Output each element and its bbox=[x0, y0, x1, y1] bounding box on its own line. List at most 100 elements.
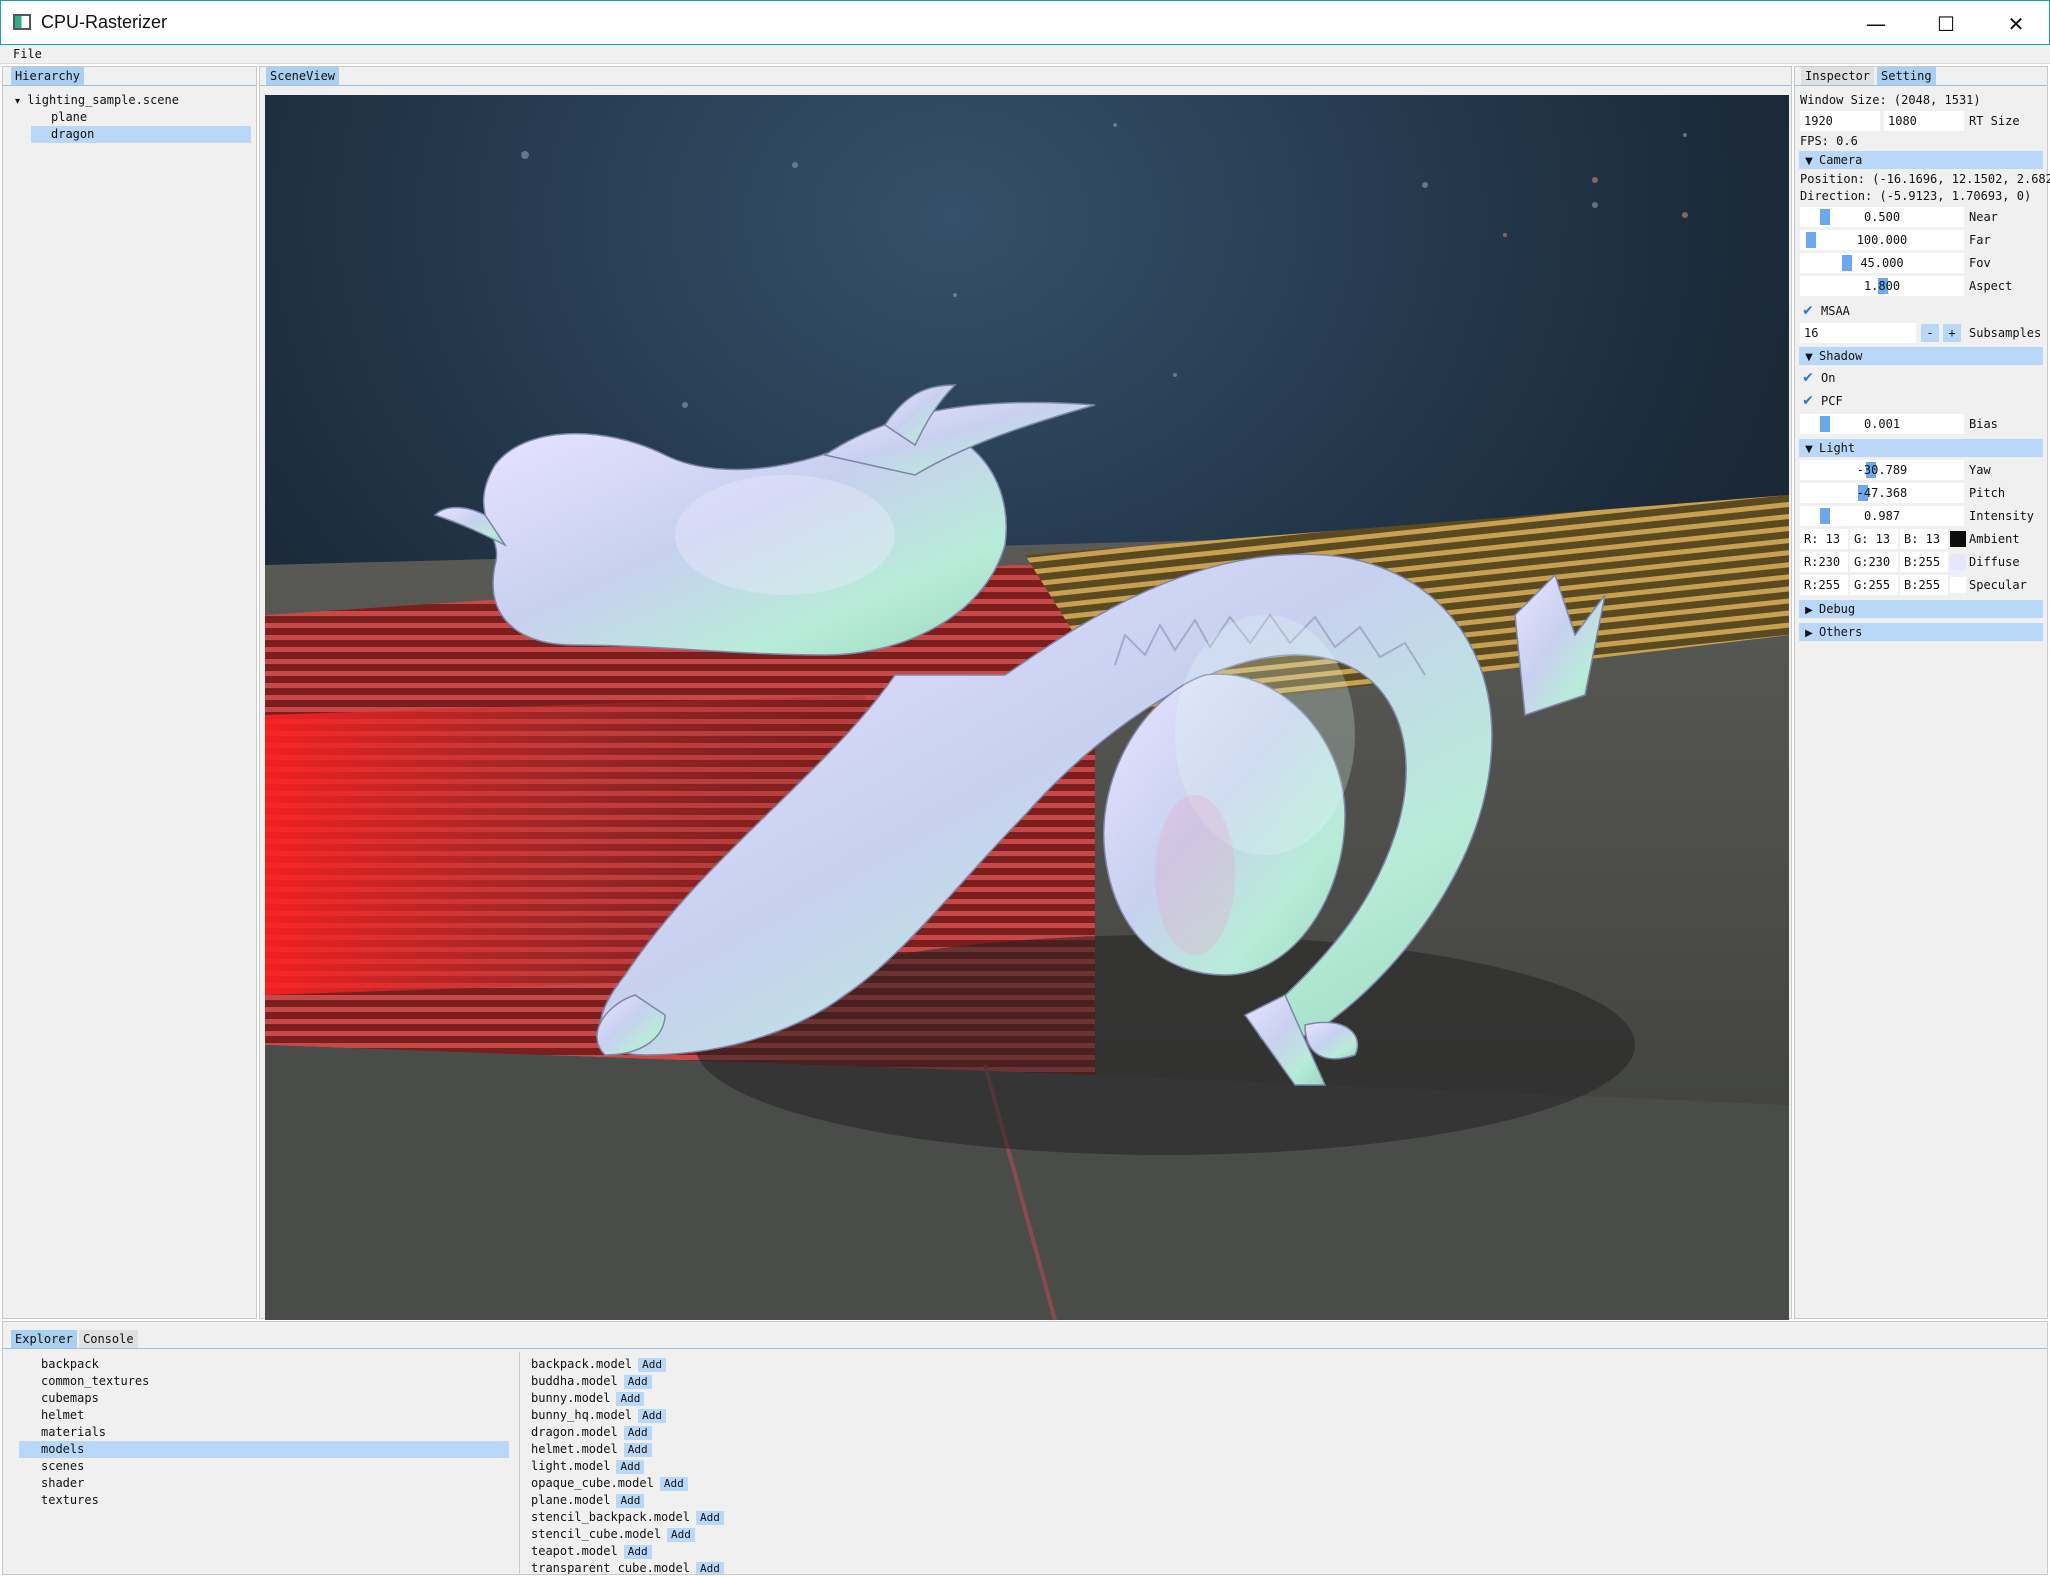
bias-value: 0.001 bbox=[1863, 417, 1901, 431]
fov-value: 45.000 bbox=[1860, 256, 1904, 270]
folder-item[interactable]: textures bbox=[19, 1492, 509, 1509]
add-button[interactable]: Add bbox=[623, 1545, 652, 1559]
maximize-button[interactable]: ☐ bbox=[1913, 1, 1979, 46]
add-button[interactable]: Add bbox=[695, 1562, 724, 1574]
light-header[interactable]: ▼ Light bbox=[1799, 439, 2043, 457]
folder-item[interactable]: materials bbox=[19, 1424, 509, 1441]
file-name: helmet.model bbox=[531, 1442, 618, 1456]
diffuse-color-swatch[interactable] bbox=[1950, 554, 1966, 570]
far-value: 100.000 bbox=[1856, 233, 1908, 247]
file-item: light.model Add bbox=[531, 1458, 645, 1475]
diffuse-g-input[interactable]: G:230 bbox=[1850, 552, 1898, 572]
ambient-color-swatch[interactable] bbox=[1950, 531, 1966, 547]
tab-setting[interactable]: Setting bbox=[1877, 67, 1936, 85]
camera-position-text: Position: (-16.1696, 12.1502, 2.682 bbox=[1800, 172, 2050, 186]
shadow-header[interactable]: ▼ Shadow bbox=[1799, 347, 2043, 365]
folder-item[interactable]: cubemaps bbox=[19, 1390, 509, 1407]
add-button[interactable]: Add bbox=[616, 1460, 645, 1474]
folder-item[interactable]: helmet bbox=[19, 1407, 509, 1424]
menu-file[interactable]: File bbox=[13, 47, 42, 61]
tree-item-plane[interactable]: plane bbox=[31, 109, 253, 126]
folder-item[interactable]: shader bbox=[19, 1475, 509, 1492]
tree-item-dragon[interactable]: dragon bbox=[31, 126, 251, 143]
rt-width-input[interactable]: 1920 bbox=[1800, 111, 1880, 131]
add-button[interactable]: Add bbox=[623, 1375, 652, 1389]
folder-item[interactable]: scenes bbox=[19, 1458, 509, 1475]
add-button[interactable]: Add bbox=[638, 1409, 667, 1423]
msaa-checkbox[interactable]: ✔ bbox=[1800, 303, 1816, 319]
file-name: bunny.model bbox=[531, 1391, 611, 1405]
near-slider[interactable]: 0.500 bbox=[1800, 207, 1964, 227]
minimize-button[interactable]: — bbox=[1843, 1, 1909, 46]
tab-explorer[interactable]: Explorer bbox=[11, 1330, 77, 1348]
specular-color-swatch[interactable] bbox=[1950, 577, 1966, 593]
tab-console[interactable]: Console bbox=[79, 1330, 138, 1348]
folder-list: backpack common_textures cubemaps helmet… bbox=[13, 1352, 520, 1574]
ambient-b-input[interactable]: B: 13 bbox=[1900, 529, 1948, 549]
hierarchy-panel: Hierarchy ▾ lighting_sample.scene plane … bbox=[2, 66, 257, 1319]
bias-slider[interactable]: 0.001 bbox=[1800, 414, 1964, 434]
ambient-label: Ambient bbox=[1969, 532, 2020, 546]
ambient-g-input[interactable]: G: 13 bbox=[1850, 529, 1898, 549]
aspect-slider[interactable]: 1.800 bbox=[1800, 276, 1964, 296]
tab-sceneview[interactable]: SceneView bbox=[266, 67, 340, 85]
folder-item-selected[interactable]: models bbox=[19, 1441, 509, 1458]
far-slider[interactable]: 100.000 bbox=[1800, 230, 1964, 250]
file-item: opaque_cube.model Add bbox=[531, 1475, 688, 1492]
fov-slider[interactable]: 45.000 bbox=[1800, 253, 1964, 273]
pitch-slider[interactable]: -47.368 bbox=[1800, 483, 1964, 503]
far-label: Far bbox=[1969, 233, 1991, 247]
file-name: stencil_cube.model bbox=[531, 1527, 662, 1541]
diffuse-b-input[interactable]: B:255 bbox=[1900, 552, 1948, 572]
tab-underline bbox=[1795, 85, 2047, 86]
folder-item[interactable]: backpack bbox=[19, 1356, 509, 1373]
window-size-text: Window Size: (2048, 1531) bbox=[1800, 93, 1981, 107]
camera-header[interactable]: ▼ Camera bbox=[1799, 151, 2043, 169]
subsamples-plus-button[interactable]: + bbox=[1943, 324, 1961, 342]
render-viewport[interactable] bbox=[265, 95, 1789, 1320]
subsamples-input[interactable]: 16 bbox=[1800, 323, 1916, 343]
shadow-on-checkbox[interactable]: ✔ bbox=[1800, 370, 1816, 386]
tree-item-label: lighting_sample.scene bbox=[27, 93, 179, 107]
folder-item[interactable]: common_textures bbox=[19, 1373, 509, 1390]
tab-underline bbox=[260, 85, 1791, 86]
add-button[interactable]: Add bbox=[616, 1392, 645, 1406]
shadow-header-label: Shadow bbox=[1819, 349, 1863, 363]
add-button[interactable]: Add bbox=[695, 1511, 724, 1525]
tab-inspector[interactable]: Inspector bbox=[1801, 67, 1875, 85]
file-name: light.model bbox=[531, 1459, 611, 1473]
ambient-r-input[interactable]: R: 13 bbox=[1800, 529, 1848, 549]
add-button[interactable]: Add bbox=[667, 1528, 695, 1542]
specular-b-input[interactable]: B:255 bbox=[1900, 575, 1948, 595]
yaw-slider[interactable]: -30.789 bbox=[1800, 460, 1964, 480]
file-name: plane.model bbox=[531, 1493, 611, 1507]
file-list: backpack.model Add buddha.model Add bunny.… bbox=[525, 1352, 2025, 1574]
add-button[interactable]: Add bbox=[623, 1426, 652, 1440]
specular-label: Specular bbox=[1969, 578, 2027, 592]
tree-item-scene[interactable]: ▾ lighting_sample.scene bbox=[15, 92, 253, 109]
file-item: transparent_cube.model Add bbox=[531, 1560, 724, 1574]
pcf-checkbox[interactable]: ✔ bbox=[1800, 393, 1816, 409]
close-button[interactable]: ✕ bbox=[1983, 1, 2049, 46]
camera-header-label: Camera bbox=[1819, 153, 1863, 167]
subsamples-minus-button[interactable]: - bbox=[1921, 324, 1939, 342]
tab-underline bbox=[3, 85, 256, 86]
file-name: transparent_cube.model bbox=[531, 1561, 690, 1574]
rt-height-input[interactable]: 1080 bbox=[1884, 111, 1964, 131]
file-item: helmet.model Add bbox=[531, 1441, 652, 1458]
add-button[interactable]: Add bbox=[659, 1477, 688, 1491]
intensity-slider[interactable]: 0.987 bbox=[1800, 506, 1964, 526]
add-button[interactable]: Add bbox=[623, 1443, 652, 1457]
specular-g-input[interactable]: G:255 bbox=[1850, 575, 1898, 595]
tab-hierarchy[interactable]: Hierarchy bbox=[11, 67, 85, 85]
fov-label: Fov bbox=[1969, 256, 1991, 270]
rt-size-label: RT Size bbox=[1969, 114, 2020, 128]
add-button[interactable]: Add bbox=[638, 1358, 667, 1372]
others-header[interactable]: ▶ Others bbox=[1799, 623, 2043, 641]
file-item: backpack.model Add bbox=[531, 1356, 667, 1373]
specular-r-input[interactable]: R:255 bbox=[1800, 575, 1848, 595]
inspector-panel: Inspector Setting Window Size: (2048, 15… bbox=[1794, 66, 2050, 1319]
add-button[interactable]: Add bbox=[616, 1494, 645, 1508]
diffuse-r-input[interactable]: R:230 bbox=[1800, 552, 1848, 572]
debug-header[interactable]: ▶ Debug bbox=[1799, 600, 2043, 618]
